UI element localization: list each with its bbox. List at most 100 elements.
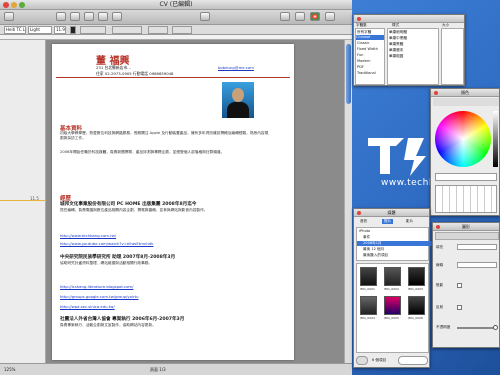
inspector-button[interactable] <box>280 12 290 21</box>
font-select[interactable]: Light <box>28 26 52 34</box>
job3-title: 社團法人外省台灣人協會 專案執行 2006年6月-2007年3月 <box>60 317 185 322</box>
zoom-level[interactable]: 125% <box>4 364 15 375</box>
tab-photos[interactable]: 照片 <box>382 219 394 224</box>
reflection-checkbox[interactable] <box>457 305 462 310</box>
list-item[interactable]: 所有字體 <box>357 30 371 35</box>
columns-select[interactable] <box>172 26 192 34</box>
shadow-checkbox[interactable] <box>457 283 462 288</box>
stroke-label: 線條 <box>436 263 444 267</box>
job1-title: 城邦文化事業股份有限公司 PC HOME 出版集團 2008年8月迄今 <box>60 202 197 207</box>
list-item[interactable]: iPhoto <box>359 229 370 234</box>
inspector-panel: 圖形 填充 線條 陰影 反射 不透明度 <box>432 222 500 348</box>
chart-button[interactable] <box>98 12 108 21</box>
level-marker-line <box>0 200 46 201</box>
close-button[interactable] <box>3 2 9 8</box>
list-item[interactable]: PDF <box>357 65 364 70</box>
window-titlebar: CV (已編輯) <box>0 0 352 10</box>
close-icon[interactable] <box>357 16 361 21</box>
opacity-slider[interactable] <box>457 325 498 330</box>
item-count: 6 個項目 <box>372 358 387 362</box>
list-item[interactable]: 最後匯入的項目 <box>363 253 388 258</box>
list-item[interactable]: 華康儷宋 <box>389 48 403 53</box>
media-button[interactable] <box>295 12 305 21</box>
stroke-select[interactable] <box>457 262 497 268</box>
font-family-list[interactable]: 華康細明體 華康中黑體 華康黑體 華康儷宋 華康粗圓 <box>387 28 439 85</box>
bold-italic-buttons[interactable] <box>80 26 106 34</box>
brightness-slider[interactable] <box>493 111 498 167</box>
document-page[interactable]: 董 福興 231 台北縣新店市... 住家 02-2973-0905 行動電話 … <box>52 44 294 360</box>
play-button[interactable] <box>356 356 368 365</box>
comment-button[interactable] <box>112 12 122 21</box>
photo-thumbnail[interactable] <box>384 296 401 315</box>
close-icon[interactable] <box>434 90 438 95</box>
vertical-scrollbar[interactable] <box>344 40 352 363</box>
list-item[interactable]: 華康中黑體 <box>389 36 407 41</box>
minimize-button[interactable] <box>11 2 17 8</box>
list-item[interactable]: Fun <box>357 53 363 58</box>
photo-thumbnail[interactable] <box>408 296 425 315</box>
list-item[interactable]: 華康粗圓 <box>389 54 403 59</box>
photo-thumbnail[interactable] <box>408 267 425 286</box>
scroll-thumb[interactable] <box>346 44 351 104</box>
job2-link2[interactable]: http://groups.google.com.tw/group/yoirtu <box>60 294 139 299</box>
job2-link3[interactable]: http://wpa.sec.sinica.edu.tw/ <box>60 304 115 309</box>
alignment-buttons[interactable] <box>112 26 142 34</box>
album-list[interactable]: iPhoto 事件 2008年1月 最後 12 個月 最後匯入的項目 <box>356 227 434 261</box>
colors-button[interactable] <box>310 12 320 21</box>
media-browser: 媒體 音訊 照片 影片 iPhoto 事件 2008年1月 最後 12 個月 最… <box>353 208 434 368</box>
spacing-select[interactable] <box>148 26 168 34</box>
selected-color-well[interactable] <box>435 173 497 181</box>
colors-panel-title: 顏色 <box>461 90 469 95</box>
job1-link2[interactable]: http://www.youtube.com/watch?v=ellwsEtmn… <box>60 241 153 246</box>
list-item-selected[interactable]: 2008年1月 <box>357 241 434 246</box>
photo-label: IMG_0004 <box>360 316 375 320</box>
color-wheel[interactable] <box>435 111 491 167</box>
job1-link1[interactable]: http://www.techbang.com.tw/ <box>60 233 116 238</box>
media-search-input[interactable] <box>398 356 428 365</box>
photo-thumbnail[interactable] <box>360 296 377 315</box>
size-select[interactable]: 11.9 <box>54 26 66 34</box>
color-mode-tabs[interactable] <box>433 98 499 106</box>
font-collection-list[interactable]: 所有字體 Chinese Classic Fixed Width Fun Mod… <box>355 28 385 85</box>
photo-thumbnail[interactable] <box>360 267 377 286</box>
fonts-panel: 字體集 樣式 大小 所有字體 Chinese Classic Fixed Wid… <box>353 14 465 86</box>
textbox-button[interactable] <box>56 12 66 21</box>
photo-label: IMG_0003 <box>408 287 423 291</box>
photo-thumbnail[interactable] <box>384 267 401 286</box>
shape-button[interactable] <box>70 12 80 21</box>
list-item[interactable]: 華康細明體 <box>389 30 407 35</box>
shadow-label: 陰影 <box>436 283 444 287</box>
tab-audio[interactable]: 音訊 <box>360 219 367 224</box>
list-item[interactable]: 最後 12 個月 <box>363 247 384 252</box>
thumbnail-grid[interactable]: IMG_0001 IMG_0002 IMG_0003 IMG_0004 IMG_… <box>356 263 429 353</box>
list-item[interactable]: Classic <box>357 41 369 46</box>
list-item[interactable]: Modern <box>357 59 370 64</box>
pages-window: CV (已編輯) Heiti TC Light Light 11.9 11.5 … <box>0 0 352 375</box>
font-size-list[interactable] <box>441 28 464 85</box>
list-item[interactable]: 事件 <box>363 235 370 240</box>
job2-link1[interactable]: http://icshang-literature.blogspot.com/ <box>60 284 133 289</box>
list-item[interactable]: Traditional <box>357 71 376 76</box>
swatch-palette[interactable] <box>435 185 497 213</box>
tab-movies[interactable]: 影片 <box>406 219 413 224</box>
zoom-button[interactable] <box>19 2 25 8</box>
list-item-selected[interactable]: Chinese <box>356 35 384 40</box>
style-select[interactable]: Heiti TC Light <box>4 26 26 34</box>
text-color-swatch[interactable] <box>70 26 76 34</box>
page-indicator: 頁面 1/3 <box>150 367 166 372</box>
fill-select[interactable] <box>457 244 497 250</box>
cv-email-link[interactable]: bobdung@me.com <box>218 65 254 70</box>
list-item[interactable]: 華康黑體 <box>389 42 403 47</box>
slider-knob[interactable] <box>493 325 498 330</box>
col-header-size: 大小 <box>442 23 450 27</box>
close-icon[interactable] <box>357 210 361 215</box>
view-button[interactable] <box>4 12 14 21</box>
iwork-button[interactable] <box>200 12 210 21</box>
close-icon[interactable] <box>436 224 440 229</box>
list-item[interactable]: Fixed Width <box>357 47 378 52</box>
colors-panel: 顏色 <box>430 88 500 216</box>
inspector-tabs[interactable] <box>435 232 499 240</box>
table-button[interactable] <box>84 12 94 21</box>
fonts-button[interactable] <box>325 12 335 21</box>
media-tabs: 音訊 照片 影片 <box>358 218 427 225</box>
